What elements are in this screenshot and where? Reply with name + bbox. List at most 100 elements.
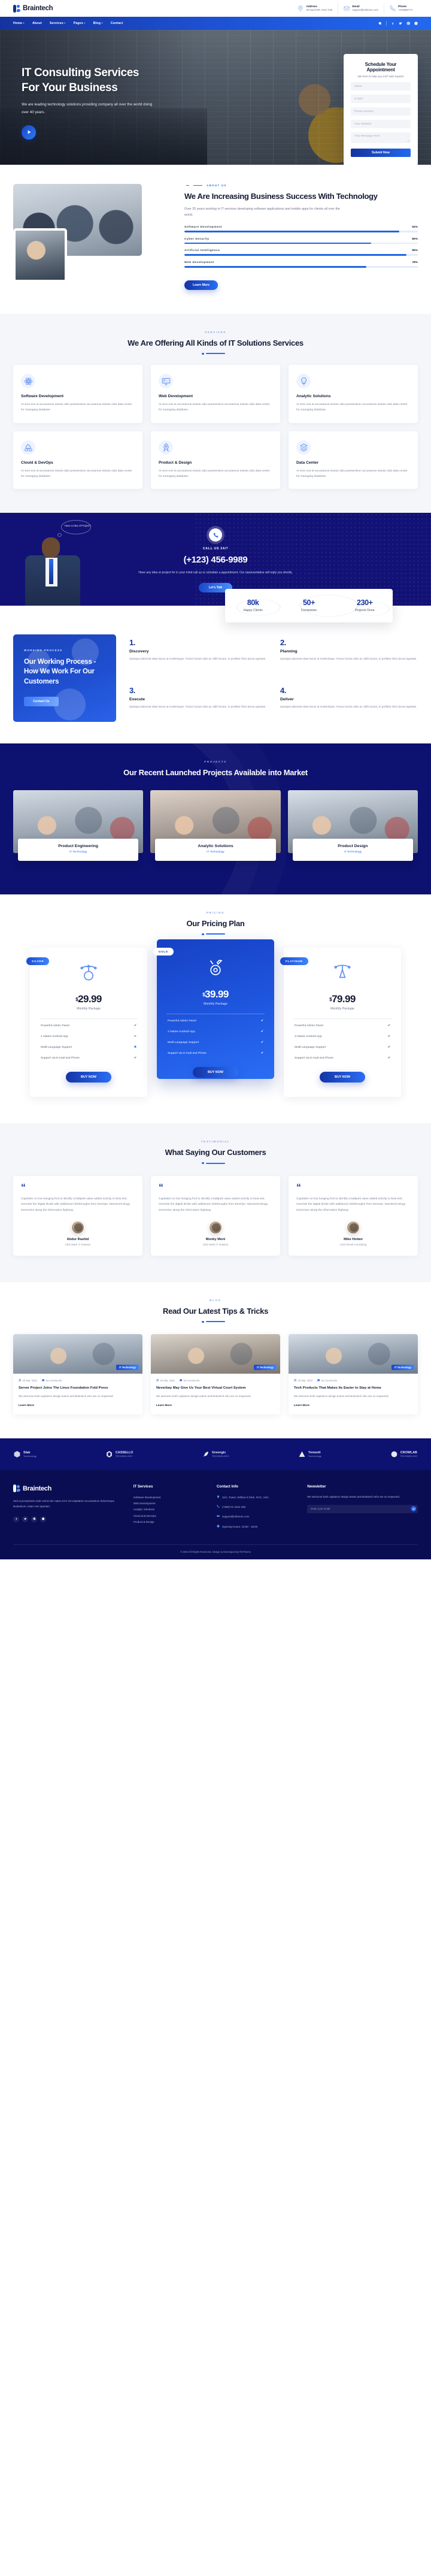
nav-item-services[interactable]: Services+ [50, 22, 66, 25]
blog-title[interactable]: Tech Products That Makes Its Easier to S… [294, 1386, 412, 1391]
pinterest-icon[interactable] [406, 22, 410, 25]
learn-more-button[interactable]: Learn More [184, 280, 218, 290]
logo[interactable]: Braintech [13, 4, 53, 13]
project-item[interactable]: Analytic Solutions IT Technology [150, 790, 281, 861]
footer-link[interactable]: Cloud and DevOps [133, 1513, 207, 1519]
blog-image: IT Technology [151, 1334, 280, 1374]
footer-link[interactable]: Product & Design [133, 1519, 207, 1525]
partner-logo[interactable]: Greengic TECHNOLOGY [202, 1450, 229, 1458]
partner-logo[interactable]: CASSELLO TECHNOLOGY [105, 1450, 133, 1458]
service-card[interactable]: Clould & DevOps At vero eos et accusamus… [13, 431, 142, 489]
nav-item-home[interactable]: Home+ [13, 22, 25, 25]
service-card[interactable]: Data Center At vero eos et accusamus eti… [289, 431, 418, 489]
project-item[interactable]: Product Engineering IT Technology [13, 790, 144, 861]
cta-phone-number[interactable]: (+123) 456-9989 [117, 555, 314, 565]
blog-title[interactable]: Server Project Joins The Linux Foundatio… [19, 1386, 137, 1391]
website-field[interactable]: Your Website [351, 120, 411, 128]
testimonials-eyebrow: TESTIMONIAL [201, 1140, 230, 1144]
blog-eyebrow: BLOG [210, 1298, 221, 1302]
feature-label: Support via E-mail and Phone [295, 1056, 333, 1060]
footer-logo[interactable]: Braintech [13, 1484, 124, 1493]
phone-field[interactable]: Phone Number [351, 107, 411, 116]
footer-contact-address: 11/A, Tower, Willson 5 Park, NYC, USA [217, 1495, 298, 1501]
blog-tag[interactable]: IT Technology [391, 1365, 414, 1371]
partner-logo[interactable]: CROWLAB TECHNOLOGY [390, 1450, 418, 1458]
footer: Braintech Sed ut perspiciatis unde omnis… [0, 1470, 431, 1559]
blog-comments-text: No Comments [183, 1379, 200, 1383]
project-title: Analytic Solutions [198, 843, 233, 848]
twitter-icon[interactable] [22, 1516, 28, 1522]
service-card[interactable]: Web Development At vero eos et accusamus… [151, 365, 280, 423]
service-text: At vero eos et accusamus etiusto odio pr… [296, 403, 408, 412]
nav-item-blog[interactable]: Blog+ [93, 22, 103, 25]
pinterest-icon[interactable] [31, 1516, 37, 1522]
nav-item-contact[interactable]: Contact [111, 22, 123, 25]
footer-link[interactable]: Software Development [133, 1495, 207, 1501]
plan-package: Monthly Package [77, 1007, 101, 1011]
step-number: 1. [129, 637, 135, 647]
partner-logo[interactable]: Slab Technology [13, 1450, 37, 1458]
contact-us-button[interactable]: Contact Us [24, 696, 59, 706]
project-category[interactable]: IT Technology [159, 851, 272, 854]
envelope-icon [217, 1515, 220, 1517]
feature-label: Multi-Language Support [295, 1045, 326, 1049]
project-category[interactable]: IT Technology [296, 851, 409, 854]
newsletter-input[interactable]: Enter your email [307, 1504, 418, 1513]
facebook-icon[interactable] [13, 1516, 19, 1522]
brand-name: Braintech [23, 1484, 52, 1492]
stat-label: Happy Clients [243, 609, 263, 613]
learn-more-link[interactable]: Learn More [156, 1404, 275, 1407]
service-card[interactable]: Software Development At vero eos et accu… [13, 365, 142, 423]
nav-label: Services [49, 22, 63, 25]
partner-name: CASSELLO [115, 1451, 133, 1455]
nav-item-pages[interactable]: Pages+ [74, 22, 86, 25]
plan-price: $29.99 [40, 993, 138, 1005]
pricing-card-gold: GOLD $39.99 Monthly Package Powerful Adm… [153, 939, 274, 1080]
submit-now-button[interactable]: Submit Now [351, 149, 411, 157]
feature-label: Multi-Language Support [168, 1041, 199, 1044]
buy-now-button[interactable]: BUY NOW [66, 1072, 111, 1083]
footer-link[interactable]: Analytic Solutions [133, 1507, 207, 1513]
footer-grid: Braintech Sed ut perspiciatis unde omnis… [13, 1484, 418, 1534]
footer-contact-email[interactable]: support@rstheme.com [217, 1514, 298, 1520]
buy-now-button[interactable]: BUY NOW [320, 1072, 365, 1083]
avatar [71, 1220, 84, 1234]
appointment-subtitle: We here to help you 24/7 with experts [357, 75, 404, 78]
service-card[interactable]: Analytic Solutions At vero eos et accusa… [289, 365, 418, 423]
blog-card[interactable]: IT Technology 20 Mar, 2023 No Comments N… [151, 1334, 280, 1415]
learn-more-link[interactable]: Learn More [294, 1404, 412, 1407]
hero-play-button[interactable] [22, 125, 36, 140]
message-textarea[interactable]: Your Message Here [351, 132, 411, 143]
project-item[interactable]: Product Design IT Technology [287, 790, 418, 861]
footer-contact-phone[interactable]: (+880) 01 2222 456 [217, 1504, 298, 1510]
buy-now-button[interactable]: BUY NOW [193, 1067, 238, 1078]
hero-content: IT Consulting Services For Your Business… [0, 30, 239, 140]
testimonial-role: CEO Mark IT Solution [202, 1242, 229, 1246]
partner-logo[interactable]: Yemenit Technology [298, 1450, 321, 1458]
blog-date-text: 20 Mar, 2023 [298, 1379, 312, 1383]
rocket-icon [159, 440, 173, 455]
service-card[interactable]: Product & Design At vero eos et accusamu… [151, 431, 280, 489]
search-icon[interactable] [378, 22, 382, 25]
nav-item-about[interactable]: About [32, 22, 42, 25]
email-field[interactable]: E-Mail [351, 95, 411, 103]
instagram-icon[interactable] [414, 22, 418, 25]
testimonial-role: CEO Marh IT Solution [65, 1242, 91, 1246]
learn-more-link[interactable]: Learn More [19, 1404, 137, 1407]
footer-link[interactable]: Web Development [133, 1501, 207, 1507]
divider [40, 1018, 138, 1020]
blog-title[interactable]: Neverbay May Give Us Your Best Virtual C… [156, 1386, 275, 1391]
blog-grid: IT Technology 20 Mar, 2023 No Comments S… [13, 1334, 418, 1415]
pricing-heading: Our Pricing Plan [186, 918, 245, 928]
facebook-icon[interactable] [391, 22, 394, 25]
project-category[interactable]: IT Technology [22, 851, 135, 854]
blog-tag[interactable]: IT Technology [116, 1365, 139, 1371]
instagram-icon[interactable] [40, 1516, 46, 1522]
twitter-icon[interactable] [399, 22, 402, 25]
send-icon[interactable] [411, 1506, 416, 1512]
blog-image: IT Technology [13, 1334, 142, 1374]
name-field[interactable]: Name [351, 82, 411, 90]
blog-tag[interactable]: IT Technology [253, 1365, 277, 1371]
blog-card[interactable]: IT Technology 20 Mar, 2023 No Comments T… [289, 1334, 418, 1415]
blog-card[interactable]: IT Technology 20 Mar, 2023 No Comments S… [13, 1334, 142, 1415]
